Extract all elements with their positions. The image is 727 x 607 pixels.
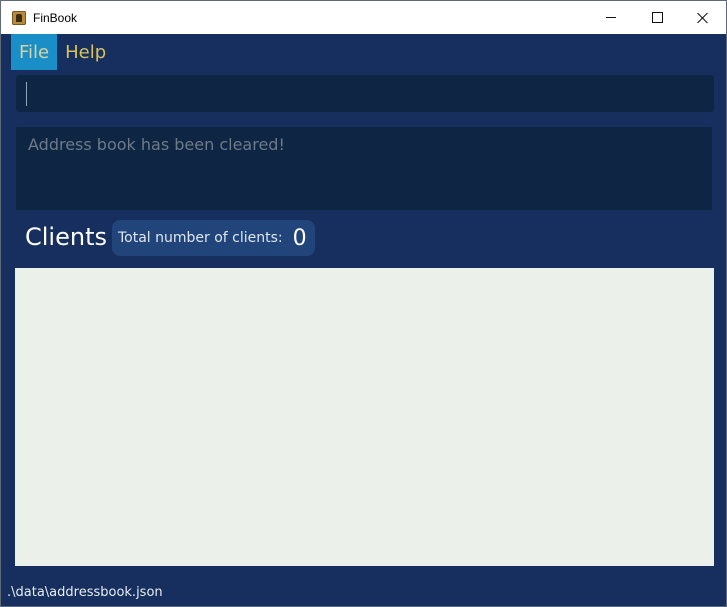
app-logo-icon <box>12 10 26 25</box>
status-bar: .\data\addressbook.json <box>1 581 726 606</box>
menu-help[interactable]: Help <box>57 34 114 70</box>
app-window: FinBook File Help Address book has been … <box>0 0 727 607</box>
client-count-label: Total number of clients: <box>118 230 283 246</box>
save-location-path: .\data\addressbook.json <box>7 585 163 600</box>
command-box[interactable] <box>16 75 714 114</box>
minimize-icon <box>606 17 616 18</box>
text-caret <box>26 82 27 106</box>
window-title: FinBook <box>33 10 78 25</box>
minimize-button[interactable] <box>588 1 634 34</box>
client-count-badge: Total number of clients: 0 <box>112 220 315 256</box>
client-count-value: 0 <box>292 225 307 251</box>
maximize-icon <box>651 12 663 23</box>
clients-heading: Clients <box>25 223 107 251</box>
result-message: Address book has been cleared! <box>28 135 285 154</box>
command-input[interactable] <box>28 75 712 114</box>
menu-file[interactable]: File <box>11 34 58 70</box>
maximize-button[interactable] <box>634 1 680 34</box>
result-display: Address book has been cleared! <box>16 127 712 210</box>
close-icon <box>697 12 709 24</box>
title-bar[interactable]: FinBook <box>1 1 726 34</box>
client-list[interactable] <box>15 268 714 566</box>
close-button[interactable] <box>680 1 726 34</box>
menu-bar: File Help <box>1 34 726 70</box>
